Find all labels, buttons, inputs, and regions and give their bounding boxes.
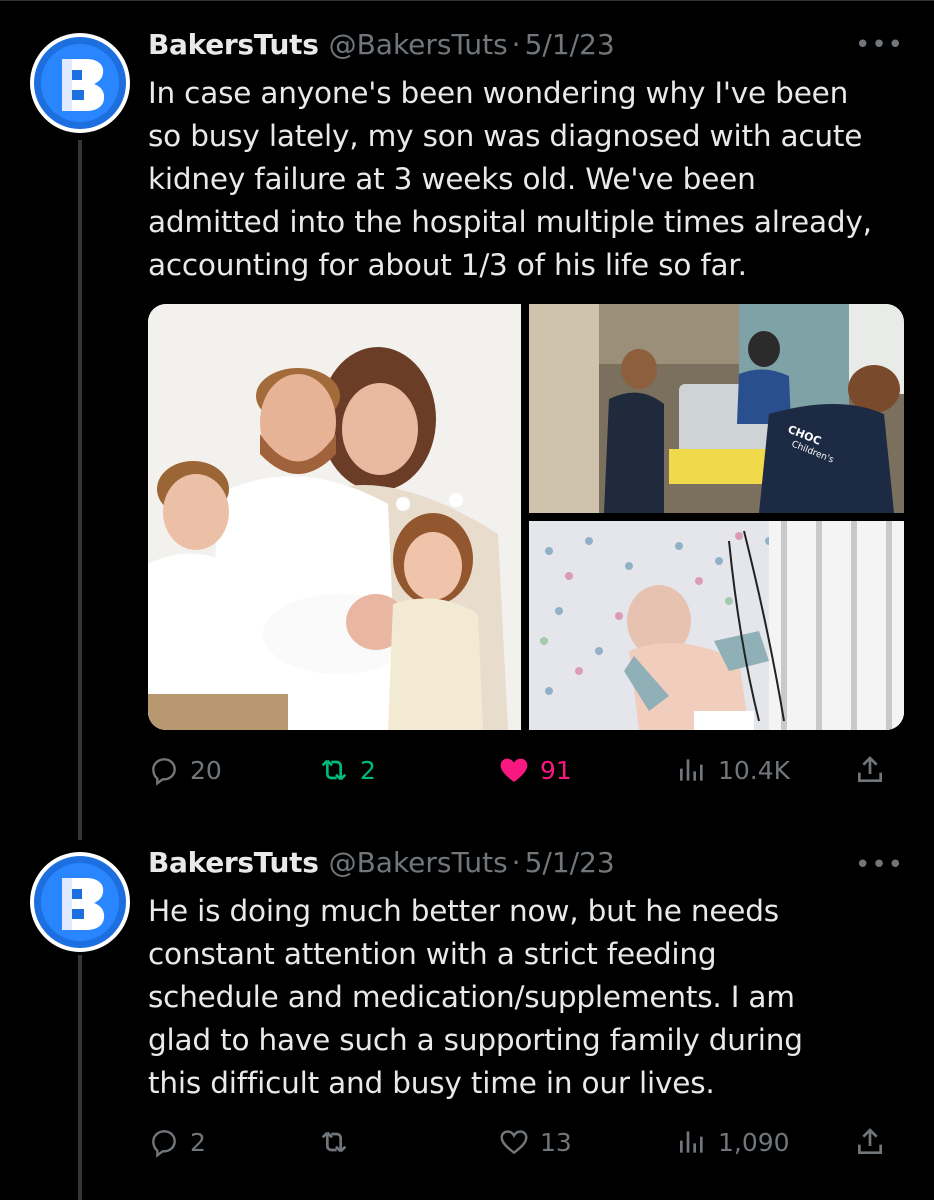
like-button[interactable]: 13 [498,1120,572,1164]
more-horizontal-icon[interactable]: ••• [855,30,904,60]
reply-button[interactable]: 2 [148,1120,206,1164]
heart-filled-icon [500,758,528,782]
share-button[interactable] [854,748,896,792]
tweet-header: BakersTuts @BakersTuts · 5/1/23 [148,846,615,886]
display-name[interactable]: BakersTuts [148,846,319,879]
reply-count: 20 [190,755,222,785]
views-button[interactable]: 1,090 [676,1120,790,1164]
tweet[interactable]: BakersTuts @BakersTuts · 5/1/23 ••• In c… [0,0,934,840]
like-button[interactable]: 91 [498,748,572,792]
tweet-text: In case anyone's been wondering why I've… [148,76,872,282]
like-count: 91 [540,755,572,785]
retweet-icon [321,1131,347,1153]
tweet-date[interactable]: 5/1/23 [525,28,615,61]
reply-icon [152,1130,176,1158]
views-count: 10.4K [718,755,791,785]
infant-in-crib-photo[interactable] [529,521,904,730]
analytics-icon [680,1131,703,1153]
avatar[interactable] [30,852,130,952]
tweet[interactable]: BakersTuts @BakersTuts · 5/1/23 ••• He i… [0,840,934,1200]
views-count: 1,090 [718,1127,790,1157]
analytics-icon [680,759,703,781]
tweet-date[interactable]: 5/1/23 [525,846,615,879]
more-horizontal-icon[interactable]: ••• [855,850,904,880]
retweet-count: 2 [360,755,376,785]
family-photo[interactable] [148,304,521,730]
tweet-header: BakersTuts @BakersTuts · 5/1/23 [148,28,615,68]
bakerstuts-logo-icon [34,37,126,129]
retweet-button[interactable]: 2 [318,748,376,792]
reply-icon [152,758,176,786]
tweet-actions: 20 2 91 10.4K [148,748,908,792]
retweet-button[interactable] [318,1120,360,1164]
tweet-text: He is doing much better now, but he need… [148,894,803,1100]
avatar[interactable] [30,33,130,133]
reply-count: 2 [190,1127,206,1157]
views-button[interactable]: 10.4K [676,748,790,792]
user-handle[interactable]: @BakersTuts [329,846,508,879]
share-button[interactable] [854,1120,896,1164]
like-count: 13 [540,1127,572,1157]
hospital-team-photo[interactable]: CHOC Children's [529,304,904,513]
media-grid: CHOC Children's [148,304,904,730]
share-icon [858,756,882,782]
tweet-actions: 2 13 1,090 [148,1120,908,1164]
display-name[interactable]: BakersTuts [148,28,319,61]
separator: · [511,28,521,61]
heart-outline-icon [500,1130,528,1155]
share-icon [858,1128,882,1154]
separator: · [511,846,521,879]
bakerstuts-logo-icon [34,856,126,948]
user-handle[interactable]: @BakersTuts [329,28,508,61]
reply-button[interactable]: 20 [148,748,222,792]
retweet-icon [321,759,347,781]
